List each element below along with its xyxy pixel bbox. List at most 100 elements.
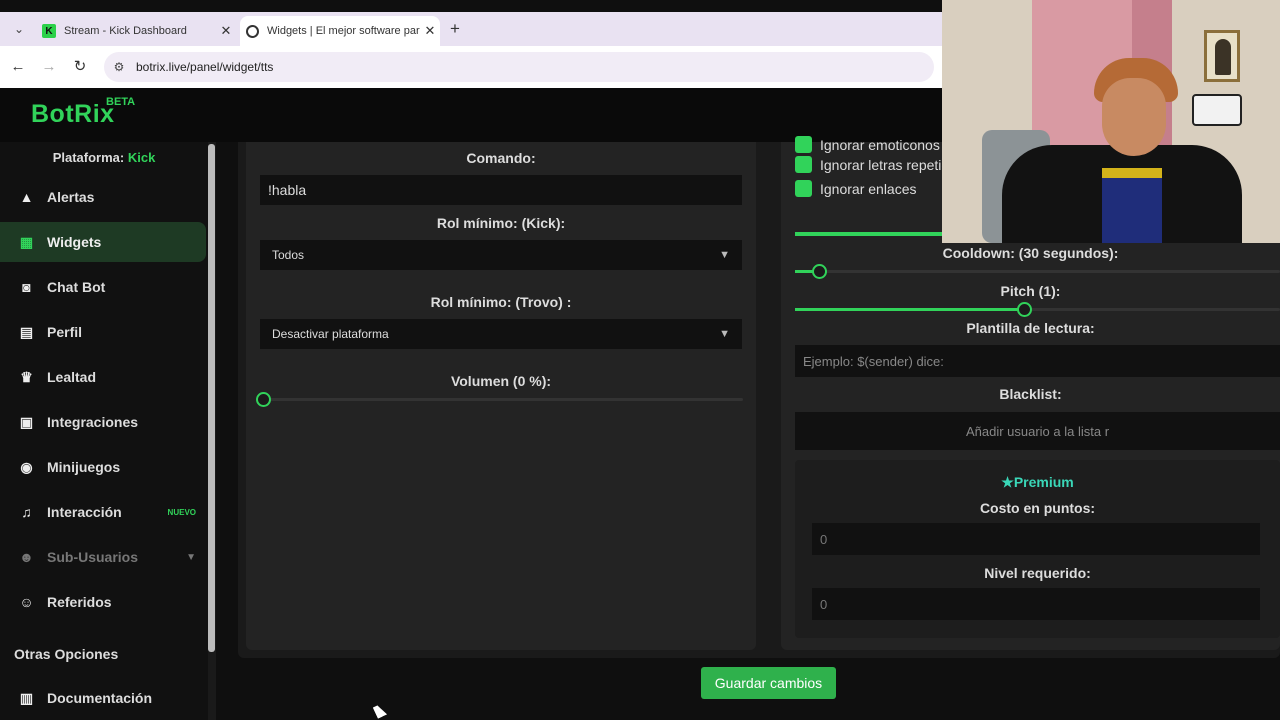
site-settings-icon[interactable]: ⚙ <box>112 60 126 74</box>
back-arrow-icon[interactable]: ← <box>8 57 28 77</box>
ignore-links-checkbox[interactable]: Ignorar enlaces <box>795 180 917 197</box>
new-badge: NUEVO <box>167 507 196 517</box>
webcam-overlay <box>942 0 1280 243</box>
pitch-label: Pitch (1): <box>1000 283 1061 299</box>
portrait-figure <box>1215 39 1231 75</box>
sidebar-item-alertas[interactable]: ▲ Alertas <box>0 177 206 217</box>
id-card-icon: ▤ <box>19 323 34 340</box>
sidebar-scrollbar[interactable] <box>208 142 216 720</box>
slider-thumb[interactable] <box>1017 302 1032 317</box>
address-bar[interactable]: ⚙ botrix.live/panel/widget/tts <box>104 52 934 82</box>
robot-icon: ◙ <box>22 279 31 295</box>
sidebar-item-interaccion[interactable]: ♫ Interacción NUEVO <box>0 492 206 532</box>
app-header: BotRix BETA <box>0 88 942 142</box>
level-input[interactable]: 0 <box>812 588 1260 620</box>
platform-indicator: Plataforma: Kick <box>0 150 208 165</box>
chevron-down-icon: ▼ <box>719 328 730 340</box>
checkbox-checked[interactable] <box>795 180 812 197</box>
sidebar-item-label: Referidos <box>47 594 112 610</box>
blacklist-input[interactable]: Añadir usuario a la lista r <box>795 412 1280 450</box>
forward-arrow-icon[interactable]: → <box>39 57 59 77</box>
sidebar-item-widgets[interactable]: ▦ Widgets <box>0 222 206 262</box>
close-icon[interactable]: ✕ <box>216 23 236 39</box>
checkbox-label: Ignorar emoticonos <box>820 136 940 153</box>
sidebar-item-label: Interacción <box>47 504 122 520</box>
sidebar-item-documentacion[interactable]: ▥ Documentación <box>0 678 206 718</box>
command-label: Comando: <box>466 150 536 166</box>
webcam-person-shirt <box>1102 168 1162 243</box>
volume-slider[interactable] <box>256 392 743 407</box>
sidebar-item-label: Chat Bot <box>47 279 106 295</box>
role-trovo-label: Rol mínimo: (Trovo) : <box>430 294 572 310</box>
tab-title: Widgets | El mejor software para <box>267 25 420 37</box>
reload-icon[interactable]: ↻ <box>70 57 90 77</box>
save-button[interactable]: Guardar cambios <box>701 667 836 699</box>
blacklist-label: Blacklist: <box>999 386 1062 402</box>
sidebar-item-referidos[interactable]: ☺ Referidos <box>0 582 206 622</box>
url-text: botrix.live/panel/widget/tts <box>136 60 274 74</box>
role-kick-select[interactable]: Todos ▼ <box>260 240 742 270</box>
template-input[interactable]: Ejemplo: $(sender) dice: <box>795 345 1280 377</box>
star-icon: ★ <box>1001 474 1014 490</box>
slider-thumb[interactable] <box>256 392 271 407</box>
sidebar-item-label: Documentación <box>47 690 153 706</box>
chevron-down-icon: ▼ <box>186 551 196 563</box>
music-icon: ♫ <box>21 504 32 520</box>
tab-kick-dashboard[interactable]: K Stream - Kick Dashboard ✕ <box>36 16 236 46</box>
sidebar-item-label: Lealtad <box>47 369 97 385</box>
sidebar-item-integraciones[interactable]: ▣ Integraciones <box>0 402 206 442</box>
tab-widgets[interactable]: Widgets | El mejor software para ✕ <box>240 16 440 46</box>
premium-section: ★Premium Costo en puntos: 0 Nivel requer… <box>795 460 1280 638</box>
sidebar-item-minijuegos[interactable]: ◉ Minijuegos <box>0 447 206 487</box>
beta-badge: BETA <box>106 96 136 108</box>
scrollbar-thumb[interactable] <box>208 144 215 652</box>
slider-thumb[interactable] <box>812 264 827 279</box>
sidebar-item-chat-bot[interactable]: ◙ Chat Bot <box>0 267 206 307</box>
checkbox-checked[interactable] <box>795 136 812 153</box>
shirt-collar <box>1102 168 1162 178</box>
cooldown-slider[interactable] <box>795 264 1280 279</box>
premium-title: ★Premium <box>795 474 1280 491</box>
tab-title: Stream - Kick Dashboard <box>64 25 187 37</box>
platform-label: Plataforma: <box>52 150 125 165</box>
warning-icon: ▲ <box>19 189 34 205</box>
browser-tab-strip: ⌄ K Stream - Kick Dashboard ✕ Widgets | … <box>0 12 942 46</box>
sidebar: Plataforma: Kick ▲ Alertas ▦ Widgets ◙ C… <box>0 142 208 720</box>
logo-text: BotRix <box>31 100 115 128</box>
ignore-repeated-letters-checkbox[interactable]: Ignorar letras repetidas <box>795 156 964 173</box>
botrix-logo[interactable]: BotRix BETA <box>31 96 135 129</box>
sidebar-item-label: Sub-Usuarios <box>47 549 139 565</box>
cost-input[interactable]: 0 <box>812 523 1260 555</box>
left-settings-card: Comando: !habla Rol mínimo: (Kick): Todo… <box>246 142 756 650</box>
chevron-down-icon: ▼ <box>719 249 730 261</box>
user-group-icon: ☺ <box>19 594 34 610</box>
sidebar-item-lealtad[interactable]: ♛ Lealtad <box>0 357 206 397</box>
cooldown-label: Cooldown: (30 segundos): <box>942 245 1119 261</box>
checkbox-label: Ignorar enlaces <box>820 180 917 197</box>
ignore-emotes-checkbox[interactable]: Ignorar emoticonos <box>795 136 940 153</box>
gamepad-icon: ◉ <box>20 458 33 475</box>
tab-list-chevron-icon[interactable]: ⌄ <box>10 20 28 38</box>
grid-icon: ▦ <box>19 233 34 250</box>
cost-label: Costo en puntos: <box>979 500 1096 516</box>
sidebar-item-sub-usuarios[interactable]: ☻ Sub-Usuarios ▼ <box>0 537 206 577</box>
close-icon[interactable]: ✕ <box>420 23 440 39</box>
puzzle-icon: ▣ <box>19 413 34 430</box>
browser-toolbar: ← → ↻ ⚙ botrix.live/panel/widget/tts <box>0 46 942 88</box>
sidebar-item-label: Minijuegos <box>47 459 121 475</box>
platform-value: Kick <box>127 150 156 165</box>
window-top-strip <box>0 0 942 12</box>
template-label: Plantilla de lectura: <box>966 320 1095 336</box>
checkbox-checked[interactable] <box>795 156 812 173</box>
document-icon: ▥ <box>19 689 34 706</box>
level-label: Nivel requerido: <box>984 565 1091 581</box>
command-input[interactable]: !habla <box>260 175 742 205</box>
pitch-slider[interactable] <box>795 302 1280 317</box>
select-value: Todos <box>272 248 305 262</box>
sidebar-item-perfil[interactable]: ▤ Perfil <box>0 312 206 352</box>
section-title-otras-opciones: Otras Opciones <box>14 646 119 662</box>
botrix-favicon-icon <box>246 24 259 38</box>
webcam-person-face <box>1102 78 1166 156</box>
new-tab-plus-icon[interactable]: + <box>450 20 460 38</box>
role-trovo-select[interactable]: Desactivar plataforma ▼ <box>260 319 742 349</box>
